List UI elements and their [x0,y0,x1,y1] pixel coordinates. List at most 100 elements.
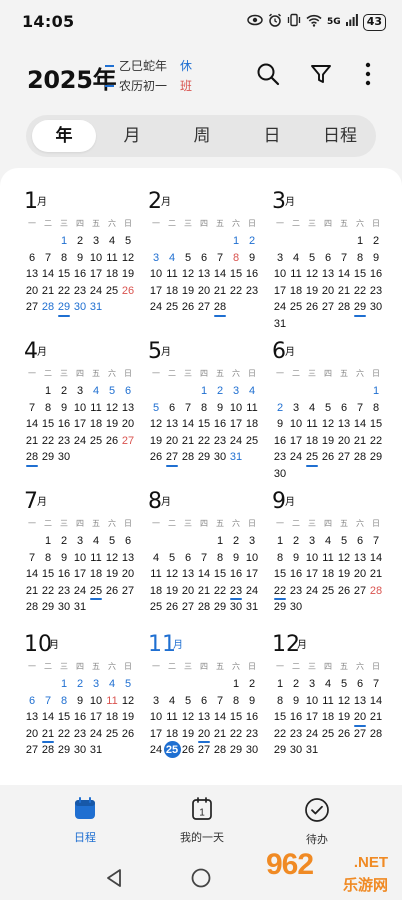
day-cell[interactable]: 7 [24,551,40,568]
month-6[interactable]: 6 月一二三四五六日 1 2 3 4 5 6 7 8 9 10 11 12 13 14 15 16 17 18 19 20… [272,330,384,483]
day-cell[interactable]: 9 [56,551,72,568]
day-cell[interactable]: 20 [352,567,368,584]
day-cell[interactable]: 29 [212,600,228,617]
day-cell[interactable]: 4 [304,401,320,418]
day-cell[interactable]: 19 [120,710,136,727]
day-cell[interactable]: 14 [352,417,368,434]
day-cell[interactable]: 28 [24,450,40,467]
day-cell[interactable]: 22 [368,434,384,451]
day-cell[interactable]: 17 [72,567,88,584]
day-cell[interactable]: 13 [24,267,40,284]
day-cell[interactable]: 3 [72,384,88,401]
day-cell[interactable]: 17 [304,567,320,584]
year-title[interactable]: 2025年 [27,60,117,95]
day-cell[interactable]: 27 [320,300,336,317]
day-cell[interactable]: 3 [228,384,244,401]
day-cell[interactable]: 5 [104,534,120,551]
day-cell[interactable]: 17 [304,710,320,727]
day-cell[interactable]: 30 [56,600,72,617]
day-cell[interactable]: 17 [244,567,260,584]
day-cell[interactable]: 17 [72,417,88,434]
day-cell[interactable]: 10 [72,551,88,568]
day-cell[interactable]: 18 [288,284,304,301]
day-cell[interactable]: 13 [180,567,196,584]
day-cell[interactable]: 11 [164,710,180,727]
day-cell[interactable]: 5 [164,551,180,568]
day-cell[interactable]: 28 [24,600,40,617]
day-cell[interactable]: 2 [72,234,88,251]
day-cell[interactable]: 10 [72,401,88,418]
day-cell[interactable]: 14 [368,551,384,568]
day-cell[interactable]: 5 [336,677,352,694]
day-cell[interactable]: 28 [368,727,384,744]
day-cell[interactable]: 12 [304,267,320,284]
day-cell[interactable]: 26 [120,284,136,301]
day-cell[interactable]: 12 [148,417,164,434]
day-cell[interactable]: 2 [288,677,304,694]
day-cell[interactable]: 2 [212,384,228,401]
day-cell[interactable]: 31 [304,743,320,760]
day-cell[interactable]: 4 [148,551,164,568]
day-cell[interactable]: 8 [40,551,56,568]
day-cell[interactable]: 29 [368,450,384,467]
back-button[interactable] [104,867,126,889]
day-cell[interactable]: 1 [228,677,244,694]
day-cell[interactable]: 2 [244,234,260,251]
day-cell[interactable]: 8 [272,694,288,711]
day-cell[interactable]: 12 [120,694,136,711]
day-cell[interactable]: 8 [228,694,244,711]
day-cell[interactable]: 15 [56,267,72,284]
day-cell[interactable]: 17 [272,284,288,301]
day-cell[interactable]: 21 [212,727,228,744]
month-7[interactable]: 7 月一二三四五六日 1 2 3 4 5 6 7 8 9 10 11 12 13 14 15 16 17 18 19 20… [24,480,136,617]
day-cell[interactable]: 7 [40,694,56,711]
day-cell[interactable]: 12 [164,567,180,584]
day-cell[interactable]: 27 [352,727,368,744]
day-cell[interactable]: 19 [104,417,120,434]
day-cell[interactable]: 26 [336,727,352,744]
tab-month[interactable]: 月 [100,120,164,152]
day-cell[interactable]: 19 [164,584,180,601]
day-cell[interactable]: 4 [164,251,180,268]
day-cell[interactable]: 15 [56,710,72,727]
month-9[interactable]: 9 月一二三四五六日 1 2 3 4 5 6 7 8 9 10 11 12 13 14 15 16 17 18 19 20… [272,480,384,617]
month-8[interactable]: 8 月一二三四五六日 1 2 3 4 5 6 7 8 9 10 11 12 13 14 15 16 17 18 19 20… [148,480,260,617]
day-cell[interactable]: 24 [72,584,88,601]
day-cell[interactable]: 12 [104,551,120,568]
day-cell[interactable]: 5 [336,534,352,551]
day-cell[interactable]: 28 [336,300,352,317]
day-cell[interactable]: 1 [40,384,56,401]
day-cell[interactable]: 31 [88,300,104,317]
day-cell[interactable]: 30 [368,300,384,317]
day-cell[interactable]: 23 [288,727,304,744]
day-cell[interactable]: 6 [336,401,352,418]
day-cell[interactable]: 23 [72,284,88,301]
day-cell[interactable]: 15 [272,567,288,584]
day-cell[interactable]: 22 [228,284,244,301]
day-cell[interactable]: 25 [244,434,260,451]
day-cell[interactable]: 29 [40,600,56,617]
day-cell[interactable]: 11 [104,694,120,711]
day-cell[interactable]: 11 [244,401,260,418]
day-cell[interactable]: 19 [336,567,352,584]
day-cell[interactable]: 25 [88,434,104,451]
day-cell[interactable]: 5 [180,251,196,268]
day-cell[interactable]: 18 [320,567,336,584]
day-cell[interactable]: 1 [56,234,72,251]
day-cell[interactable]: 14 [368,694,384,711]
day-cell[interactable]: 21 [336,284,352,301]
day-cell[interactable]: 16 [244,267,260,284]
day-cell[interactable]: 20 [164,434,180,451]
day-cell[interactable]: 20 [180,584,196,601]
day-cell[interactable]: 7 [196,551,212,568]
day-cell[interactable]: 24 [272,300,288,317]
day-cell[interactable]: 19 [120,267,136,284]
day-cell[interactable]: 30 [228,600,244,617]
day-cell[interactable]: 23 [56,584,72,601]
month-10[interactable]: 10 月一二三四五六日 1 2 3 4 5 6 7 8 9 10 11 12 13 14 15 16 17 18 19 2… [24,623,136,760]
day-cell[interactable]: 22 [196,434,212,451]
day-cell[interactable]: 7 [40,251,56,268]
day-cell[interactable]: 22 [272,584,288,601]
month-5[interactable]: 5 月一二三四五六日 1 2 3 4 5 6 7 8 9 10 11 12 13 14 15 16 17 18 19 20… [148,330,260,467]
day-cell[interactable]: 17 [88,710,104,727]
